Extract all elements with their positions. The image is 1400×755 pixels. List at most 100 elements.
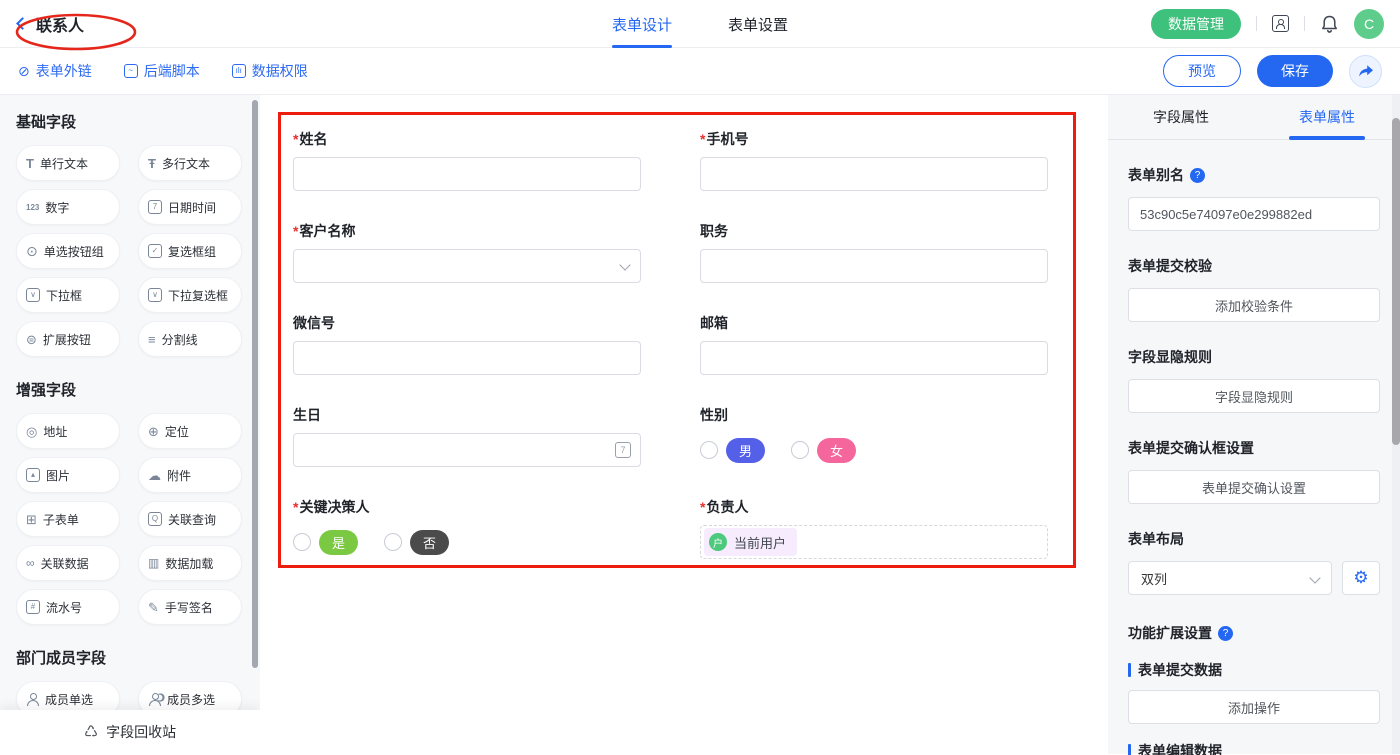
field-type-radio-group[interactable]: ⊙单选按钮组 [16,233,120,269]
field-wechat[interactable]: 微信号 [293,313,641,375]
cloud-upload-icon: ☁ [148,469,161,482]
field-type-signature[interactable]: ✎手写签名 [138,589,242,625]
number-icon: 123 [26,203,39,212]
phone-input[interactable] [700,157,1048,191]
field-label: 生日 [293,405,321,425]
backend-script-link[interactable]: ~ 后端脚本 [124,61,200,81]
visibility-rules-button[interactable]: 字段显隐规则 [1128,379,1380,413]
customer-select[interactable] [293,249,641,283]
field-customer[interactable]: *客户名称 [293,221,641,283]
edit-data-subheading: 表单编辑数据 [1128,741,1380,755]
field-type-address[interactable]: ◎ 地址 [16,413,120,449]
bell-icon[interactable] [1320,14,1339,34]
no-option-pill[interactable]: 否 [410,530,449,555]
wechat-input[interactable] [293,341,641,375]
field-type-divider-line[interactable]: ≡分割线 [138,321,242,357]
form-alias-input[interactable] [1128,197,1380,231]
birthday-input[interactable] [293,433,641,467]
help-icon[interactable]: ? [1218,626,1233,641]
field-recycle-bin[interactable]: ♺ 字段回收站 [0,710,260,754]
extension-settings-heading: 功能扩展设置 ? [1128,623,1380,643]
field-gender[interactable]: 性别 男 女 [700,405,1048,467]
field-name[interactable]: *姓名 [293,129,641,191]
yes-option-pill[interactable]: 是 [319,530,358,555]
form-external-link[interactable]: ⊘ 表单外链 [18,61,92,81]
user-avatar[interactable]: C [1354,9,1384,39]
field-phone[interactable]: *手机号 [700,129,1048,191]
divider-line-icon: ≡ [148,333,156,346]
save-button[interactable]: 保存 [1257,55,1333,87]
field-type-data-load[interactable]: ▥数据加载 [138,545,242,581]
back-button[interactable]: 联系人 [16,8,94,40]
female-option-pill[interactable]: 女 [817,438,856,463]
tab-label: 表单属性 [1299,107,1355,127]
data-permission-link[interactable]: ılı 数据权限 [232,61,308,81]
tab-form-design[interactable]: 表单设计 [612,0,672,48]
panel-scrollbar-thumb[interactable] [1392,118,1400,445]
pill-label: 成员单选 [45,691,93,708]
field-type-locate[interactable]: ⊕定位 [138,413,242,449]
field-type-image[interactable]: ▴图片 [16,457,120,493]
tab-form-properties[interactable]: 表单属性 [1254,95,1400,139]
male-option-pill[interactable]: 男 [726,438,765,463]
field-birthday[interactable]: 生日 7 [293,405,641,467]
address-pin-icon: ◎ [26,425,37,438]
add-submit-action-button[interactable]: 添加操作 [1128,690,1380,724]
panel-scrollbar-track[interactable] [1392,95,1400,754]
pill-label: 多行文本 [162,155,210,172]
blue-bar-marker [1128,744,1131,755]
data-manage-button[interactable]: 数据管理 [1151,9,1241,39]
tab-field-properties[interactable]: 字段属性 [1108,95,1254,139]
radio-yes[interactable] [293,533,311,551]
owner-member-box[interactable]: 户 当前用户 [700,525,1048,559]
image-icon: ▴ [26,468,40,482]
field-type-extend-button[interactable]: ⊜扩展按钮 [16,321,120,357]
field-owner[interactable]: *负责人 户 当前用户 [700,497,1048,559]
field-type-serial-number[interactable]: #流水号 [16,589,120,625]
form-alias-heading: 表单别名 ? [1128,165,1380,185]
radio-no[interactable] [384,533,402,551]
layout-select[interactable]: 双列 [1128,561,1332,595]
field-email[interactable]: 邮箱 [700,313,1048,375]
email-input[interactable] [700,341,1048,375]
field-label: 邮箱 [700,313,728,333]
field-type-datetime[interactable]: 7日期时间 [138,189,242,225]
add-validation-button[interactable]: 添加校验条件 [1128,288,1380,322]
pill-label: 地址 [43,423,67,440]
field-type-related-query[interactable]: Q关联查询 [138,501,242,537]
submit-confirm-button[interactable]: 表单提交确认设置 [1128,470,1380,504]
top-bar: 联系人 表单设计 表单设置 数据管理 C [0,0,1400,48]
help-icon[interactable]: ? [1190,168,1205,183]
contact-book-icon[interactable] [1272,15,1289,32]
current-user-tag[interactable]: 户 当前用户 [704,528,797,556]
serial-number-icon: # [26,600,40,614]
data-permission-icon: ılı [232,64,246,78]
layout-value: 双列 [1141,569,1167,588]
form-canvas[interactable]: *姓名 *手机号 *客户名称 职务 微信号 [260,95,1108,754]
field-type-checkbox-group[interactable]: ✓复选框组 [138,233,242,269]
field-type-dropdown[interactable]: ∨下拉框 [16,277,120,313]
share-button[interactable] [1349,55,1382,88]
field-type-multi-dropdown[interactable]: ∨下拉复选框 [138,277,242,313]
field-type-related-data[interactable]: ∞关联数据 [16,545,120,581]
layout-settings-button[interactable]: ⚙ [1342,561,1380,595]
field-job-title[interactable]: 职务 [700,221,1048,283]
basic-fields-grid: T单行文本 Ŧ多行文本 123数字 7日期时间 ⊙单选按钮组 ✓复选框组 ∨下拉… [16,145,242,357]
field-type-single-line-text[interactable]: T单行文本 [16,145,120,181]
pill-label: 成员多选 [167,691,215,708]
radio-male[interactable] [700,441,718,459]
tab-form-settings[interactable]: 表单设置 [728,0,788,48]
field-type-attachment[interactable]: ☁附件 [138,457,242,493]
field-type-number[interactable]: 123数字 [16,189,120,225]
job-title-input[interactable] [700,249,1048,283]
sidebar-scrollbar[interactable] [252,100,258,668]
pill-label: 扩展按钮 [43,331,91,348]
pill-label: 日期时间 [168,199,216,216]
field-type-subform[interactable]: ⊞子表单 [16,501,120,537]
field-type-multi-line-text[interactable]: Ŧ多行文本 [138,145,242,181]
field-key-decision-maker[interactable]: *关键决策人 是 否 [293,497,641,559]
radio-female[interactable] [791,441,809,459]
name-input[interactable] [293,157,641,191]
preview-button[interactable]: 预览 [1163,55,1241,87]
person-icon [26,693,39,706]
